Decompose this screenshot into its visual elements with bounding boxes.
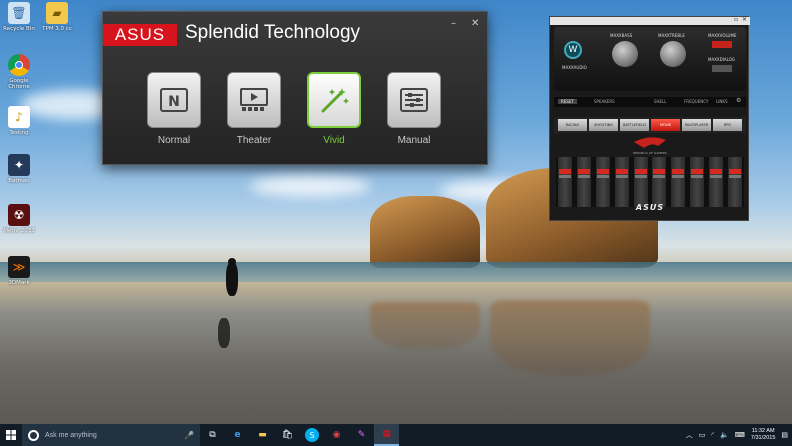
store-icon[interactable]: 🛍	[275, 424, 300, 446]
network-icon[interactable]: ◜	[711, 431, 714, 439]
output-bar: RESET SPEAKERS SHELL FREQUENCY LINKS ⚙	[554, 97, 746, 107]
reset-button[interactable]: RESET	[558, 99, 577, 104]
knob-panel: W MAXXAUDIO MAXXBASS MAXXTREBLE MAXXVOLU…	[554, 27, 746, 91]
normal-mode-icon: N	[147, 72, 201, 128]
game-icon: ✦	[8, 154, 30, 176]
game-icon: ☢	[8, 204, 30, 226]
output-device[interactable]: SPEAKERS	[594, 99, 615, 104]
desktop-icon-chrome[interactable]: Google Chrome	[2, 54, 36, 90]
settings-icon[interactable]: ⚙	[736, 97, 741, 104]
eq-slider[interactable]	[558, 157, 572, 207]
start-button[interactable]	[0, 424, 22, 446]
desktop-icon-batman[interactable]: ✦ Batman	[2, 154, 36, 184]
task-view-button[interactable]: ⧉	[200, 424, 225, 446]
tab-shell[interactable]: SHELL	[654, 99, 667, 104]
skype-icon[interactable]: S	[305, 428, 319, 442]
mode-manual[interactable]: Manual	[387, 72, 441, 146]
maxxaudio-logo-icon: W	[564, 41, 582, 59]
asus-logo: ASUS	[103, 24, 177, 46]
preset-shooting[interactable]: SHOOTING	[589, 119, 618, 131]
close-button[interactable]: ✕	[471, 18, 479, 29]
chrome-taskbar-icon[interactable]: ◉	[324, 424, 349, 446]
file-explorer-icon[interactable]: ▬	[250, 424, 275, 446]
mode-vivid[interactable]: Vivid	[307, 72, 361, 146]
preset-multiplayer[interactable]: MULTIPLAYER	[682, 119, 711, 131]
desktop-icon-recycle-bin[interactable]: 🗑 Recycle Bin	[2, 2, 36, 32]
audio-control-panel: ▫ ✕ W MAXXAUDIO MAXXBASS MAXXTREBLE MAXX…	[549, 16, 750, 221]
windows-icon	[6, 430, 16, 440]
window-title: Splendid Technology	[185, 22, 361, 43]
eq-slider[interactable]	[576, 157, 591, 207]
eq-slider[interactable]	[709, 157, 723, 207]
splendid-taskbar-icon[interactable]: ▦	[374, 424, 399, 446]
volume-toggle[interactable]	[712, 41, 732, 48]
keyboard-icon[interactable]: ⌨	[735, 431, 745, 439]
volume-icon[interactable]: 🔈	[720, 431, 729, 439]
dialog-toggle[interactable]	[712, 65, 732, 72]
document-icon: ♪	[8, 106, 30, 128]
desktop-icon-testing[interactable]: ♪ Testing	[2, 106, 36, 136]
desktop-icon-folder[interactable]: ▰ TPM 3.0 cc	[40, 2, 74, 32]
eq-slider[interactable]	[671, 157, 686, 207]
preset-battlefield[interactable]: BATTLEFIELD	[620, 119, 649, 131]
minimize-button[interactable]: –	[451, 18, 456, 29]
eq-slider[interactable]	[652, 157, 667, 207]
microphone-icon[interactable]: 🎤	[184, 431, 194, 440]
chrome-icon	[8, 54, 30, 76]
benchmark-icon: ≫	[8, 256, 30, 278]
bass-knob[interactable]	[612, 41, 638, 67]
vivid-mode-icon	[307, 72, 361, 128]
eq-slider[interactable]	[690, 157, 705, 207]
mode-theater[interactable]: Theater	[227, 72, 281, 146]
taskbar: Ask me anything 🎤 ⧉ e ▬ 🛍 S ◉ ✎ ▦ ︿ ▭ ◜ …	[0, 424, 792, 446]
system-tray: ︿ ▭ ◜ 🔈 ⌨ 11:32 AM 7/31/2015 ▤	[686, 428, 792, 442]
search-input[interactable]: Ask me anything	[45, 432, 178, 439]
preset-rpg[interactable]: RPG	[713, 119, 742, 131]
treble-knob[interactable]	[660, 41, 686, 67]
desktop-icon-3dmark[interactable]: ≫ 3DMark	[2, 256, 36, 286]
edge-icon[interactable]: e	[225, 424, 250, 446]
eq-slider[interactable]	[633, 157, 648, 207]
svg-text:N: N	[168, 94, 180, 110]
recycle-bin-icon: 🗑	[8, 2, 30, 24]
chevron-up-icon[interactable]: ︿	[686, 430, 693, 440]
action-center-icon[interactable]: ▤	[781, 431, 788, 439]
folder-icon: ▰	[46, 2, 68, 24]
splendid-window: ASUS Splendid Technology – ✕ N Normal Th…	[102, 11, 488, 165]
preset-row: RACING SHOOTING BATTLEFIELD MOVIE MULTIP…	[554, 117, 746, 133]
tab-frequency[interactable]: FREQUENCY	[684, 99, 708, 104]
battery-icon[interactable]: ▭	[699, 431, 706, 439]
theater-mode-icon	[227, 72, 281, 128]
manual-mode-icon	[387, 72, 441, 128]
cortana-icon	[28, 429, 39, 441]
desktop-icon-metro[interactable]: ☢ Metro 2033	[2, 204, 36, 234]
rog-logo-icon: REPUBLIC OF GAMERS	[633, 137, 667, 155]
eq-slider[interactable]	[614, 157, 629, 207]
audio-titlebar: ▫ ✕	[550, 16, 750, 25]
eq-slider[interactable]	[595, 157, 610, 207]
preset-movie[interactable]: MOVIE	[651, 119, 680, 131]
tab-links[interactable]: LINKS	[716, 99, 728, 104]
clock[interactable]: 11:32 AM 7/31/2015	[751, 428, 775, 442]
paint-icon[interactable]: ✎	[349, 424, 374, 446]
preset-racing[interactable]: RACING	[558, 119, 587, 131]
mode-normal[interactable]: N Normal	[147, 72, 201, 146]
close-icon[interactable]: ✕	[742, 16, 747, 23]
eq-slider[interactable]	[727, 157, 742, 207]
minimize-icon[interactable]: ▫	[734, 16, 738, 23]
audio-brand: ASUS	[635, 203, 665, 212]
svg-text:REPUBLIC OF GAMERS: REPUBLIC OF GAMERS	[633, 151, 667, 155]
equalizer	[556, 157, 744, 207]
cortana-search[interactable]: Ask me anything 🎤	[22, 424, 200, 446]
